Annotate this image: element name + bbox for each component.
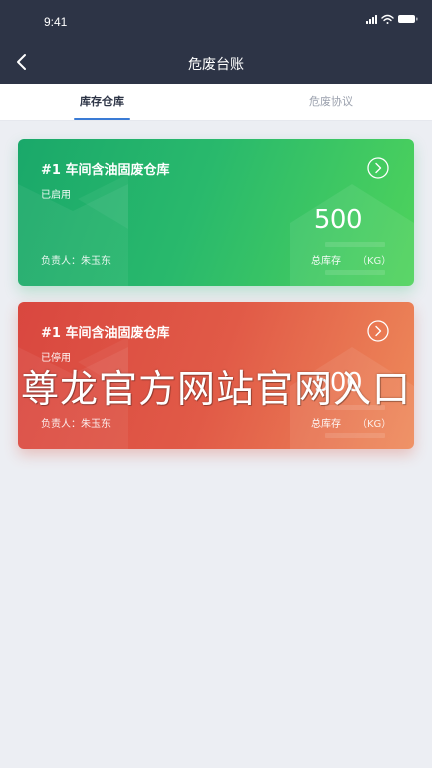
signal-icon <box>366 15 377 24</box>
warehouse-card[interactable]: #1 车间含油固废仓库 已启用 500 负责人：朱玉东 总库存 （KG） <box>18 139 414 286</box>
warehouse-card[interactable]: #1 车间含油固废仓库 已停用 500 负责人：朱玉东 总库存 （KG） <box>18 302 414 449</box>
card-title: #1 车间含油固废仓库 <box>41 163 170 178</box>
status-icons <box>366 14 418 24</box>
wifi-icon <box>381 14 394 24</box>
unit-label: （KG） <box>357 419 392 430</box>
status-label: 已停用 <box>41 353 71 364</box>
tab-hazardous-agreement[interactable]: 危废协议 <box>296 84 366 120</box>
tab-active-indicator <box>74 118 130 120</box>
unit-label: （KG） <box>357 256 392 267</box>
tab-label: 危废协议 <box>309 95 353 108</box>
battery-icon <box>398 15 418 23</box>
tab-inventory-warehouse[interactable]: 库存仓库 <box>70 84 134 120</box>
chevron-right-circle-icon[interactable] <box>367 157 389 179</box>
page-title: 危废台账 <box>188 57 244 73</box>
manager-label: 负责人：朱玉东 <box>41 256 111 267</box>
tab-bar: 库存仓库 危废协议 <box>0 84 432 121</box>
tab-label: 库存仓库 <box>80 95 124 108</box>
app-header: 9:41 危废台账 <box>0 0 432 84</box>
card-title: #1 车间含油固废仓库 <box>41 326 170 341</box>
total-stock-value: 500 <box>313 205 363 235</box>
chevron-right-circle-icon[interactable] <box>367 320 389 342</box>
total-stock-label: 总库存 <box>311 256 341 267</box>
manager-label: 负责人：朱玉东 <box>41 419 111 430</box>
status-label: 已启用 <box>41 190 71 201</box>
total-stock-label: 总库存 <box>311 419 341 430</box>
status-time: 9:41 <box>44 15 68 29</box>
total-stock-value: 500 <box>313 368 363 398</box>
